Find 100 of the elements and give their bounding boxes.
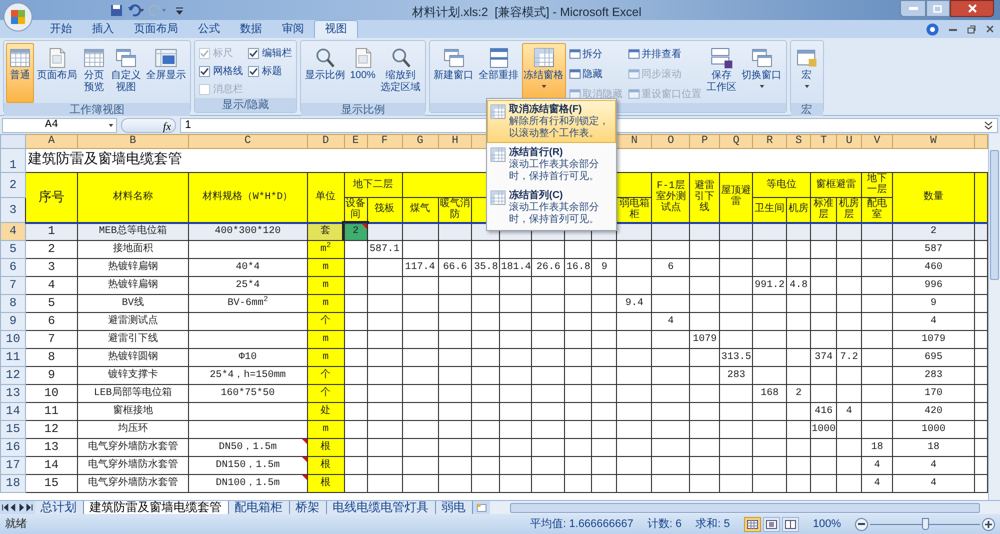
ribbon-button[interactable]: 隐藏 (568, 65, 623, 83)
row-header[interactable]: 4 (0, 222, 26, 240)
ribbon-button[interactable]: 分页 预览 (80, 43, 108, 103)
table-cell[interactable]: 991.2 (752, 276, 787, 294)
table-cell[interactable]: m (307, 276, 344, 294)
menu-item[interactable]: 冻结首行(R) 滚动工作表其余部分时，保持首行可见。 (487, 143, 616, 186)
table-cell[interactable]: 接地面积 (77, 240, 188, 258)
zoom-in-button[interactable] (982, 518, 995, 530)
table-cell[interactable]: 4 (25, 276, 78, 294)
column-header[interactable]: P (690, 134, 720, 148)
table-cell[interactable]: 窗框接地 (77, 402, 188, 420)
ribbon-button[interactable]: 保存 工作区 (704, 43, 739, 103)
table-cell[interactable]: 66.6 (438, 258, 472, 276)
table-cell[interactable]: 热镀锌扁钢 (77, 276, 188, 294)
row-header[interactable]: 3 (0, 198, 26, 222)
table-cell[interactable]: 1079 (690, 330, 720, 348)
row-header[interactable]: 14 (0, 402, 26, 420)
menu-item[interactable]: 取消冻结窗格(F) 解除所有行和列锁定，以滚动整个工作表。 (487, 100, 616, 143)
table-cell[interactable]: 9 (892, 294, 974, 312)
sheet-tab[interactable]: 弱电 (436, 501, 473, 514)
row-header[interactable]: 7 (0, 276, 26, 294)
table-cell[interactable]: 1000 (810, 420, 837, 438)
ribbon-tab[interactable]: 视图 (314, 20, 358, 38)
ribbon-button[interactable]: 全屏显示 (144, 43, 188, 103)
ribbon-button[interactable]: 100% (348, 43, 378, 103)
column-header[interactable]: D (307, 134, 344, 148)
table-cell[interactable]: 5 (25, 294, 78, 312)
ribbon-button[interactable]: 缩放到 选定区域 (378, 43, 423, 103)
table-cell[interactable]: 4 (836, 402, 862, 420)
checkbox[interactable]: 标题 (248, 63, 292, 79)
table-cell[interactable]: 根 (307, 438, 344, 456)
expand-icon[interactable] (984, 120, 993, 130)
column-header[interactable]: Q (720, 134, 753, 148)
table-cell[interactable]: 3 (25, 258, 78, 276)
table-cell[interactable]: 996 (892, 276, 974, 294)
table-cell[interactable]: m$^{2}$ (307, 240, 344, 258)
ribbon-tab[interactable]: 数据 (230, 20, 272, 38)
sheet-navigation-icon[interactable] (0, 501, 35, 514)
table-cell[interactable]: 10 (25, 384, 78, 402)
table-cell[interactable]: 25*4，h=150mm (188, 366, 308, 384)
column-header[interactable]: R (752, 134, 787, 148)
table-cell[interactable]: 4 (892, 474, 974, 492)
table-cell[interactable]: 7 (25, 330, 78, 348)
table-cell[interactable]: m (307, 348, 344, 366)
row-header[interactable]: 9 (0, 312, 26, 330)
row-header[interactable]: 10 (0, 330, 26, 348)
ribbon-tab[interactable]: 插入 (82, 20, 124, 38)
ribbon-button[interactable]: 显示比例 (303, 43, 347, 103)
table-cell[interactable]: 根 (307, 456, 344, 474)
table-cell[interactable]: 587 (892, 240, 974, 258)
column-header[interactable]: N (616, 134, 652, 148)
ribbon-tab[interactable]: 开始 (40, 20, 82, 38)
table-cell[interactable]: 6 (652, 258, 690, 276)
table-cell[interactable]: 168 (752, 384, 787, 402)
ribbon-tab[interactable]: 公式 (188, 20, 230, 38)
table-cell[interactable]: 9 (25, 366, 78, 384)
save-icon[interactable] (110, 4, 123, 16)
table-cell[interactable]: 181.4 (500, 258, 532, 276)
table-cell[interactable]: 40*4 (188, 258, 308, 276)
row-header[interactable]: 1 (0, 148, 26, 172)
zoom-slider[interactable] (870, 518, 980, 530)
column-header[interactable]: W (892, 134, 974, 148)
table-cell[interactable]: m (307, 330, 344, 348)
table-cell[interactable]: 1079 (892, 330, 974, 348)
column-header[interactable]: F (367, 134, 402, 148)
column-header[interactable]: G (402, 134, 438, 148)
restore-icon[interactable] (967, 24, 976, 34)
close-button[interactable] (950, 0, 994, 17)
table-cell[interactable]: 416 (810, 402, 837, 420)
row-header[interactable]: 2 (0, 172, 26, 198)
table-cell[interactable]: 均压环 (77, 420, 188, 438)
table-cell[interactable]: LEB局部等电位箱 (77, 384, 188, 402)
row-header[interactable]: 15 (0, 420, 26, 438)
row-header[interactable]: 17 (0, 456, 26, 474)
sheet-tab[interactable]: 总计划 (34, 501, 84, 514)
table-cell[interactable]: 根 (307, 474, 344, 492)
table-cell[interactable]: 电气穿外墙防水套管 (77, 474, 188, 492)
table-cell[interactable]: 283 (892, 366, 974, 384)
table-cell[interactable]: 4 (862, 474, 893, 492)
table-cell[interactable]: 1000 (892, 420, 974, 438)
table-cell[interactable]: 热镀锌圆钢 (77, 348, 188, 366)
table-cell[interactable]: 避雷测试点 (77, 312, 188, 330)
table-cell[interactable]: 9.4 (616, 294, 652, 312)
table-cell[interactable]: 热镀锌扁钢 (77, 258, 188, 276)
view-button[interactable] (744, 516, 761, 532)
column-header[interactable]: A (25, 134, 78, 148)
table-cell[interactable]: 313.5 (720, 348, 753, 366)
column-header[interactable]: O (652, 134, 690, 148)
insert-function-button[interactable]: fx (121, 118, 176, 132)
row-header[interactable]: 13 (0, 384, 26, 402)
table-cell[interactable]: 4 (862, 456, 893, 474)
checkbox[interactable]: 编辑栏 (248, 45, 292, 61)
ribbon-tab[interactable]: 审阅 (272, 20, 314, 38)
sheet-tab[interactable]: 电线电缆电管灯具 (326, 501, 436, 514)
table-cell[interactable]: BV线 (77, 294, 188, 312)
table-cell[interactable]: 8 (25, 348, 78, 366)
column-header[interactable]: E (344, 134, 368, 148)
minimize-icon[interactable] (949, 28, 957, 30)
table-cell[interactable]: DN100，1.5m (188, 474, 308, 492)
table-cell[interactable]: 避雷引下线 (77, 330, 188, 348)
